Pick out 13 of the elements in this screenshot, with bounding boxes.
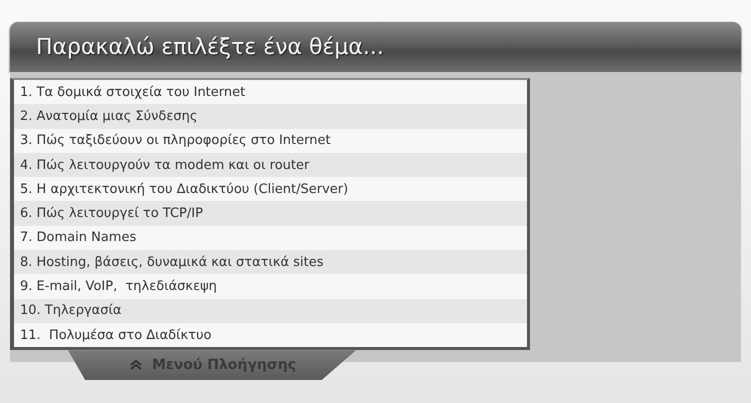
topic-item[interactable]: 11. Πολυμέσα στο Διαδίκτυο xyxy=(14,322,527,348)
topic-item[interactable]: 8. Hosting, βάσεις, δυναμικά και στατικά sites xyxy=(14,250,527,274)
topic-item[interactable]: 1. Τα δομικά στοιχεία του Internet xyxy=(14,80,527,104)
topic-item[interactable]: 6. Πώς λειτουργεί το TCP/IP xyxy=(14,201,527,226)
double-chevron-up-icon xyxy=(130,360,142,370)
topic-item[interactable]: 5. Η αρχιτεκτονική του Διαδικτύου (Client/Server) xyxy=(14,177,527,202)
topic-item[interactable]: 7. Domain Names xyxy=(14,226,527,250)
topic-item[interactable]: 2. Ανατομία μιας Σύνδεσης xyxy=(14,104,527,129)
topic-item[interactable]: 4. Πώς λειτουργούν τα modem και οι router xyxy=(14,152,527,178)
topic-item[interactable]: 10. Τηλεργασία xyxy=(14,298,527,323)
topic-item[interactable]: 9. E-mail, VoIP, τηλεδιάσκεψη xyxy=(14,274,527,299)
header-title: Παρακαλώ επιλέξτε ένα θέμα... xyxy=(36,34,384,60)
topic-item[interactable]: 3. Πώς ταξιδεύουν οι πληροφορίες στο Internet xyxy=(14,128,527,153)
